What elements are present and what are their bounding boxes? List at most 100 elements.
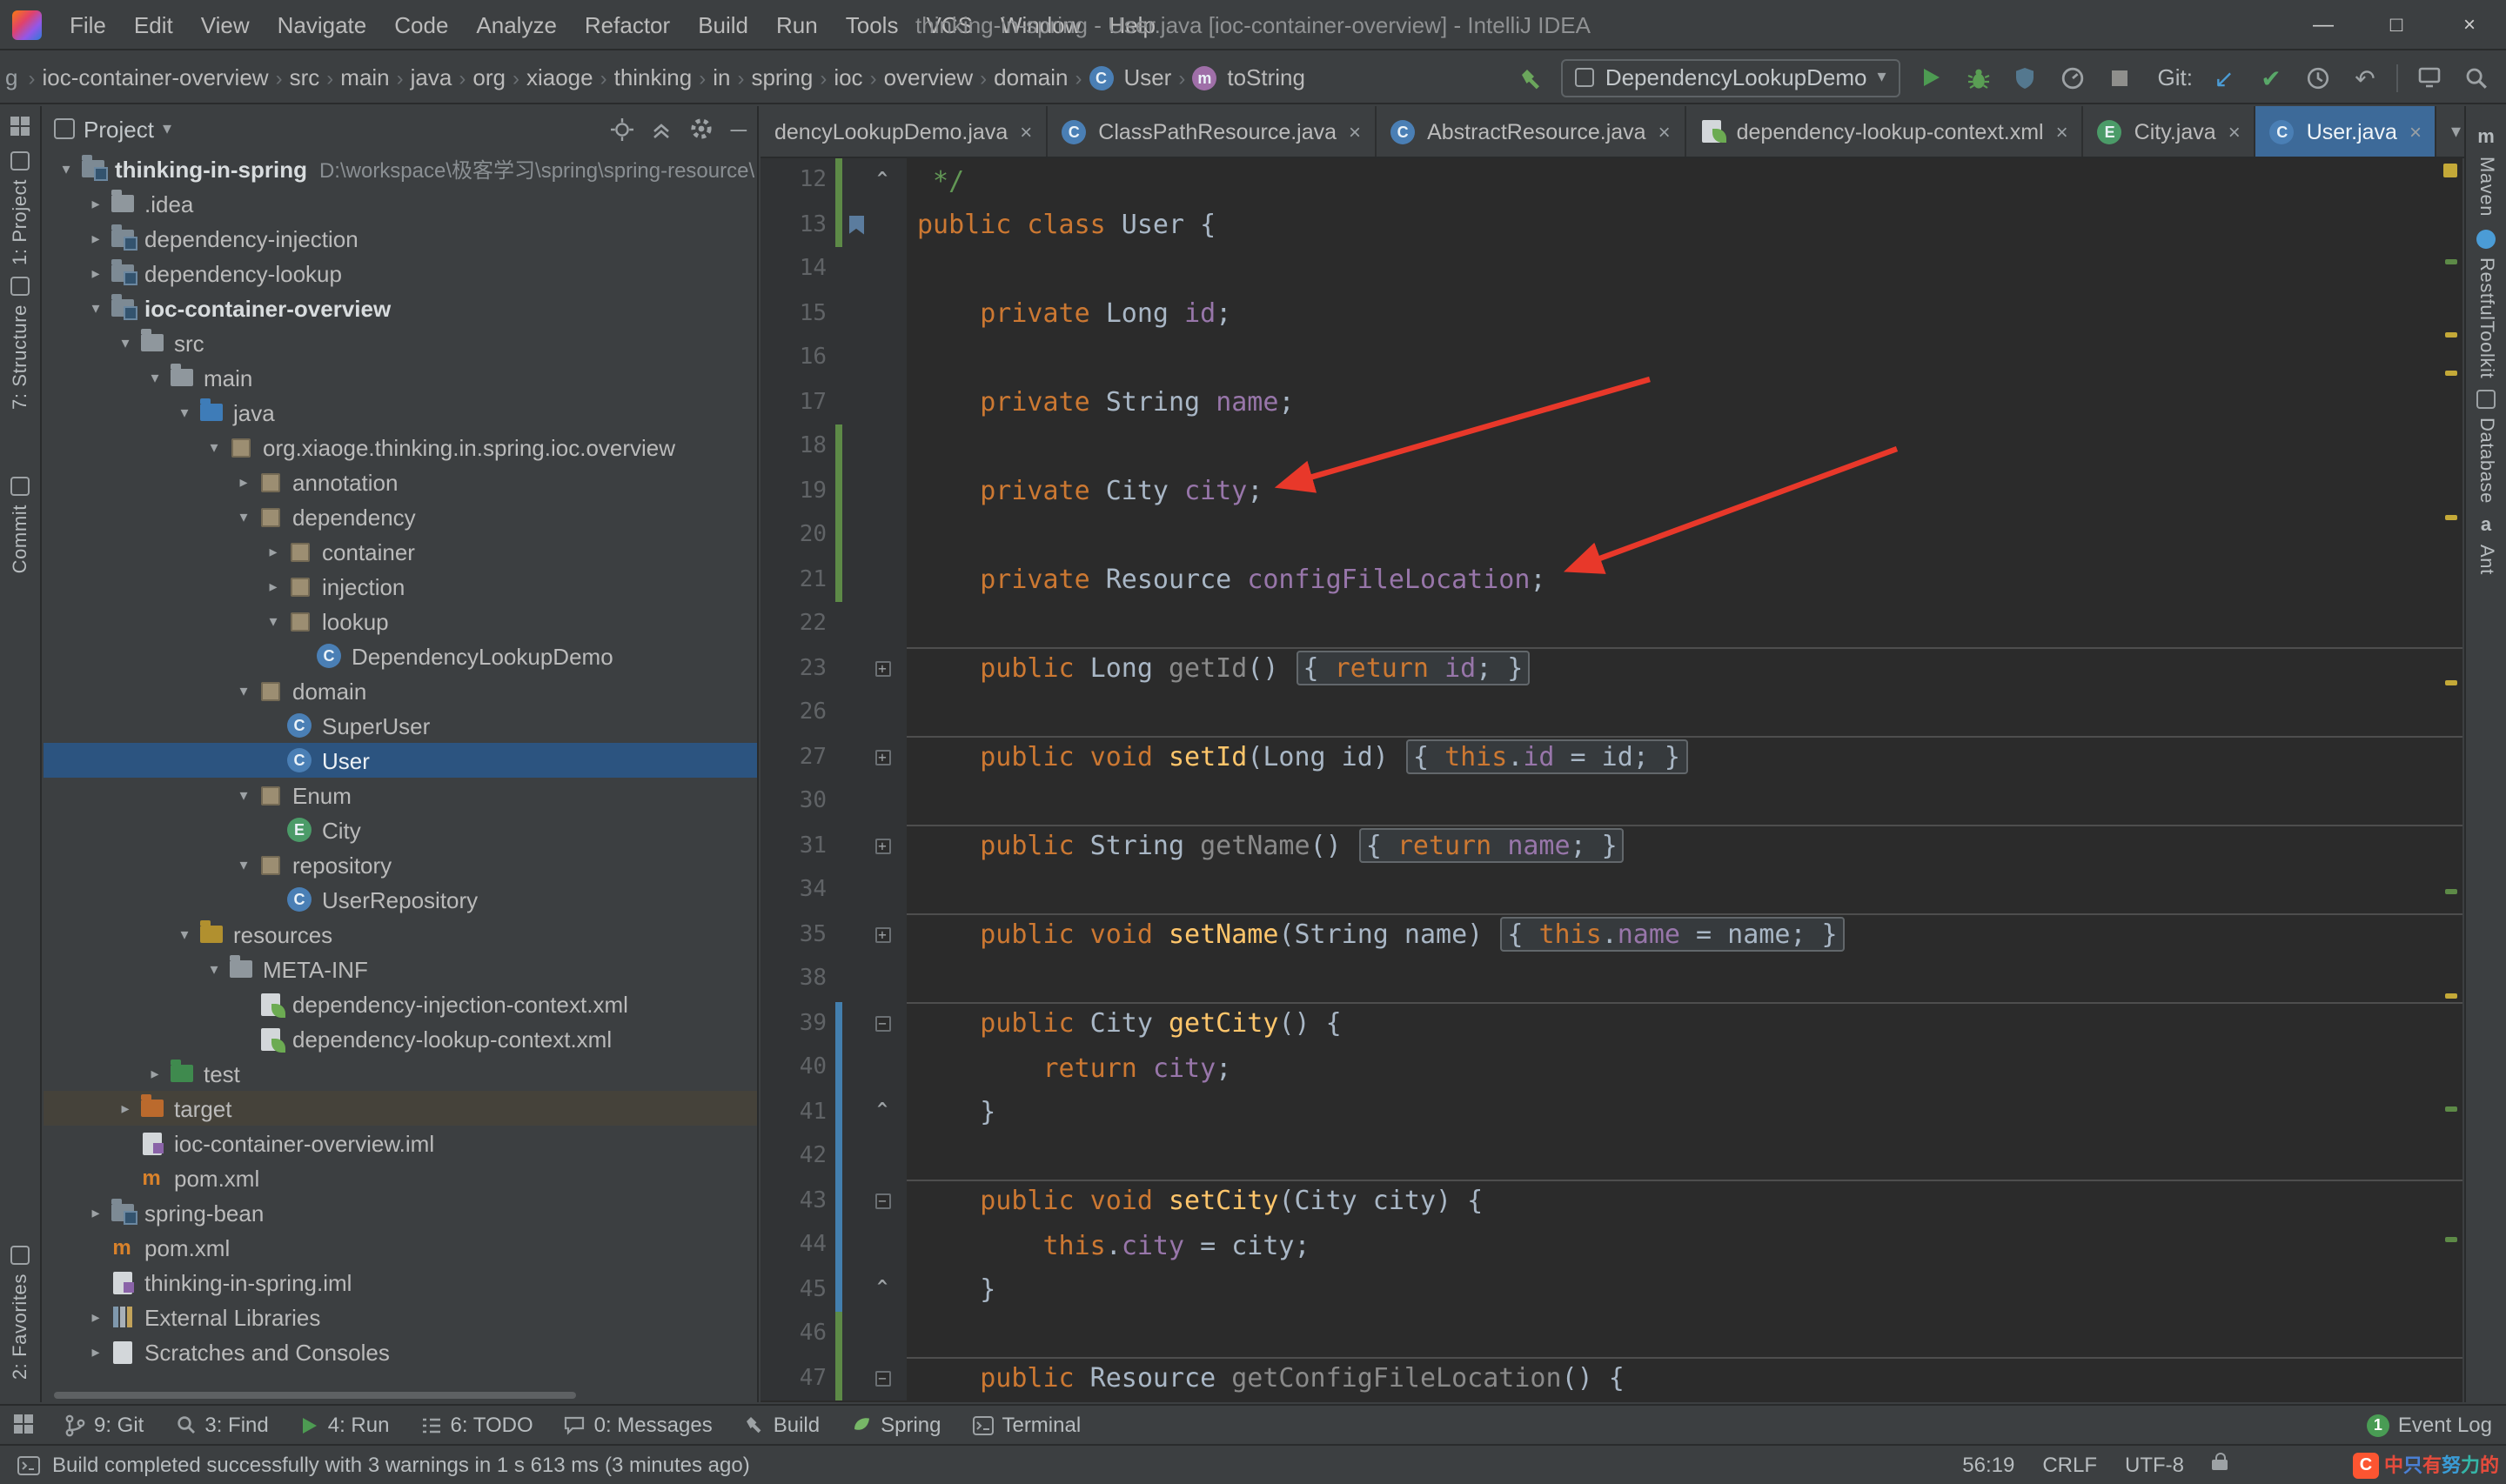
- tree-item[interactable]: ▾domain: [44, 673, 757, 708]
- locate-file-button[interactable]: [611, 117, 633, 140]
- fold-expand-icon[interactable]: +: [874, 661, 890, 677]
- run-button[interactable]: [1916, 62, 1947, 93]
- fold-end-icon[interactable]: ^: [877, 1281, 888, 1299]
- tool-strip-item[interactable]: 2: Favorites: [10, 1246, 30, 1380]
- code-line[interactable]: 39− public City getCity() {: [761, 1001, 2462, 1046]
- error-stripe-mark[interactable]: [2445, 515, 2457, 520]
- tree-item[interactable]: ▸.idea: [44, 186, 757, 221]
- fold-expand-icon[interactable]: +: [874, 839, 890, 854]
- tree-item[interactable]: ▸External Libraries: [44, 1300, 757, 1334]
- tree-item[interactable]: mpom.xml: [44, 1230, 757, 1265]
- code-line[interactable]: 23+ public Long getId() { return id; }: [761, 646, 2462, 691]
- tree-chevron-right-icon[interactable]: ▸: [84, 1342, 108, 1361]
- tool-window-button-terminal[interactable]: Terminal: [972, 1413, 1081, 1437]
- tool-window-button-messages[interactable]: 0: Messages: [565, 1413, 713, 1437]
- breadcrumb-item[interactable]: mtoString: [1192, 64, 1305, 90]
- tree-chevron-down-icon[interactable]: ▾: [172, 925, 197, 944]
- breadcrumb-item[interactable]: src: [290, 64, 320, 90]
- vcs-update-button[interactable]: ↙: [2208, 62, 2240, 93]
- tree-item[interactable]: ▾ioc-container-overview: [44, 291, 757, 325]
- tree-chevron-down-icon[interactable]: ▾: [202, 438, 226, 457]
- fold-end-icon[interactable]: ^: [877, 1104, 888, 1121]
- tree-item[interactable]: ▾dependency: [44, 499, 757, 534]
- close-icon[interactable]: ×: [1349, 119, 1361, 144]
- maximize-button[interactable]: □: [2360, 0, 2433, 49]
- editor-tab[interactable]: CAbstractResource.java×: [1377, 106, 1686, 157]
- tree-chevron-down-icon[interactable]: ▾: [113, 333, 137, 352]
- fold-collapse-icon[interactable]: −: [874, 1371, 890, 1387]
- menu-edit[interactable]: Edit: [120, 0, 187, 49]
- tree-item[interactable]: ▸target: [44, 1091, 757, 1126]
- tree-item[interactable]: CSuperUser: [44, 708, 757, 743]
- menu-code[interactable]: Code: [380, 0, 462, 49]
- editor-tab[interactable]: ECity.java×: [2084, 106, 2256, 157]
- editor-tab[interactable]: dencyLookupDemo.java×: [761, 106, 1048, 157]
- error-stripe-mark[interactable]: [2445, 259, 2457, 264]
- collapse-all-button[interactable]: [651, 118, 672, 139]
- tree-chevron-right-icon[interactable]: ▸: [84, 1307, 108, 1327]
- hide-panel-button[interactable]: ─: [731, 116, 747, 142]
- code-line[interactable]: 40 return city;: [761, 1046, 2462, 1090]
- profiler-button[interactable]: [2057, 62, 2088, 93]
- tree-item[interactable]: ▾thinking-in-springD:\workspace\极客学习\spr…: [44, 151, 757, 186]
- breadcrumb-item[interactable]: in: [713, 64, 730, 90]
- tree-chevron-down-icon[interactable]: ▾: [202, 959, 226, 979]
- tree-item[interactable]: ▾org.xiaoge.thinking.in.spring.ioc.overv…: [44, 430, 757, 465]
- coverage-button[interactable]: [2010, 62, 2041, 93]
- editor-tab[interactable]: CUser.java×: [2256, 106, 2437, 157]
- minimize-button[interactable]: —: [2287, 0, 2360, 49]
- tree-chevron-down-icon[interactable]: ▾: [231, 855, 256, 874]
- code-line[interactable]: 35+ public void setName(String name) { t…: [761, 912, 2462, 957]
- breadcrumb-item[interactable]: xiaoge: [526, 64, 593, 90]
- tree-chevron-down-icon[interactable]: ▾: [231, 507, 256, 526]
- close-icon[interactable]: ×: [2409, 119, 2422, 144]
- tool-window-button-build[interactable]: Build: [744, 1413, 820, 1437]
- tree-item[interactable]: ▾resources: [44, 917, 757, 952]
- folded-region[interactable]: { return name; }: [1359, 829, 1625, 864]
- code-line[interactable]: 34: [761, 868, 2462, 912]
- folded-region[interactable]: { return id; }: [1297, 652, 1531, 686]
- tool-strip-item[interactable]: aAnt: [2476, 516, 2496, 574]
- tree-chevron-down-icon[interactable]: ▾: [54, 159, 78, 178]
- tree-item[interactable]: ▾Enum: [44, 778, 757, 812]
- tree-chevron-right-icon[interactable]: ▸: [84, 264, 108, 283]
- caret-position[interactable]: 56:19: [1962, 1453, 2014, 1477]
- breadcrumb-item[interactable]: main: [340, 64, 389, 90]
- code-line[interactable]: 46: [761, 1312, 2462, 1356]
- tree-item[interactable]: ECity: [44, 812, 757, 847]
- code-line[interactable]: 18: [761, 424, 2462, 469]
- tree-item[interactable]: ▾META-INF: [44, 952, 757, 986]
- search-everywhere-button[interactable]: [2461, 62, 2492, 93]
- menu-analyze[interactable]: Analyze: [462, 0, 571, 49]
- code-line[interactable]: 26: [761, 691, 2462, 735]
- tool-window-button-spring[interactable]: Spring: [851, 1413, 941, 1437]
- tree-item[interactable]: ioc-container-overview.iml: [44, 1126, 757, 1160]
- project-panel-title[interactable]: Project: [84, 116, 154, 142]
- hidden-tabs-chevron-icon[interactable]: ▾: [2437, 120, 2464, 143]
- horizontal-scrollbar[interactable]: [54, 1392, 576, 1399]
- breadcrumb-item[interactable]: overview: [884, 64, 974, 90]
- tree-item[interactable]: ▸spring-bean: [44, 1195, 757, 1230]
- code-editor[interactable]: 12^ */13public class User {1415 private …: [761, 158, 2462, 1402]
- tree-item[interactable]: ▸test: [44, 1056, 757, 1091]
- lock-icon[interactable]: [2212, 1460, 2228, 1470]
- close-icon[interactable]: ×: [2228, 119, 2241, 144]
- code-line[interactable]: 13public class User {: [761, 203, 2462, 247]
- breadcrumb-item[interactable]: thinking: [614, 64, 693, 90]
- tool-strip-item[interactable]: 1: Project: [10, 151, 30, 265]
- stop-button[interactable]: [2104, 62, 2135, 93]
- code-line[interactable]: 27+ public void setId(Long id) { this.id…: [761, 735, 2462, 779]
- tree-item[interactable]: ▸container: [44, 534, 757, 569]
- tree-item[interactable]: ▸annotation: [44, 465, 757, 499]
- tree-chevron-right-icon[interactable]: ▸: [113, 1099, 137, 1118]
- breadcrumb-item[interactable]: spring: [751, 64, 813, 90]
- code-line[interactable]: 30: [761, 779, 2462, 824]
- tree-item[interactable]: ▸injection: [44, 569, 757, 604]
- tool-window-switcher-icon[interactable]: [10, 117, 30, 136]
- breadcrumb-item[interactable]: ioc-container-overview: [42, 64, 268, 90]
- tool-strip-item[interactable]: 7: Structure: [10, 277, 30, 411]
- code-line[interactable]: 41^ }: [761, 1090, 2462, 1134]
- tree-chevron-down-icon[interactable]: ▾: [261, 612, 285, 631]
- event-log-button[interactable]: 1 Event Log: [2367, 1413, 2492, 1437]
- fold-collapse-icon[interactable]: −: [874, 1016, 890, 1032]
